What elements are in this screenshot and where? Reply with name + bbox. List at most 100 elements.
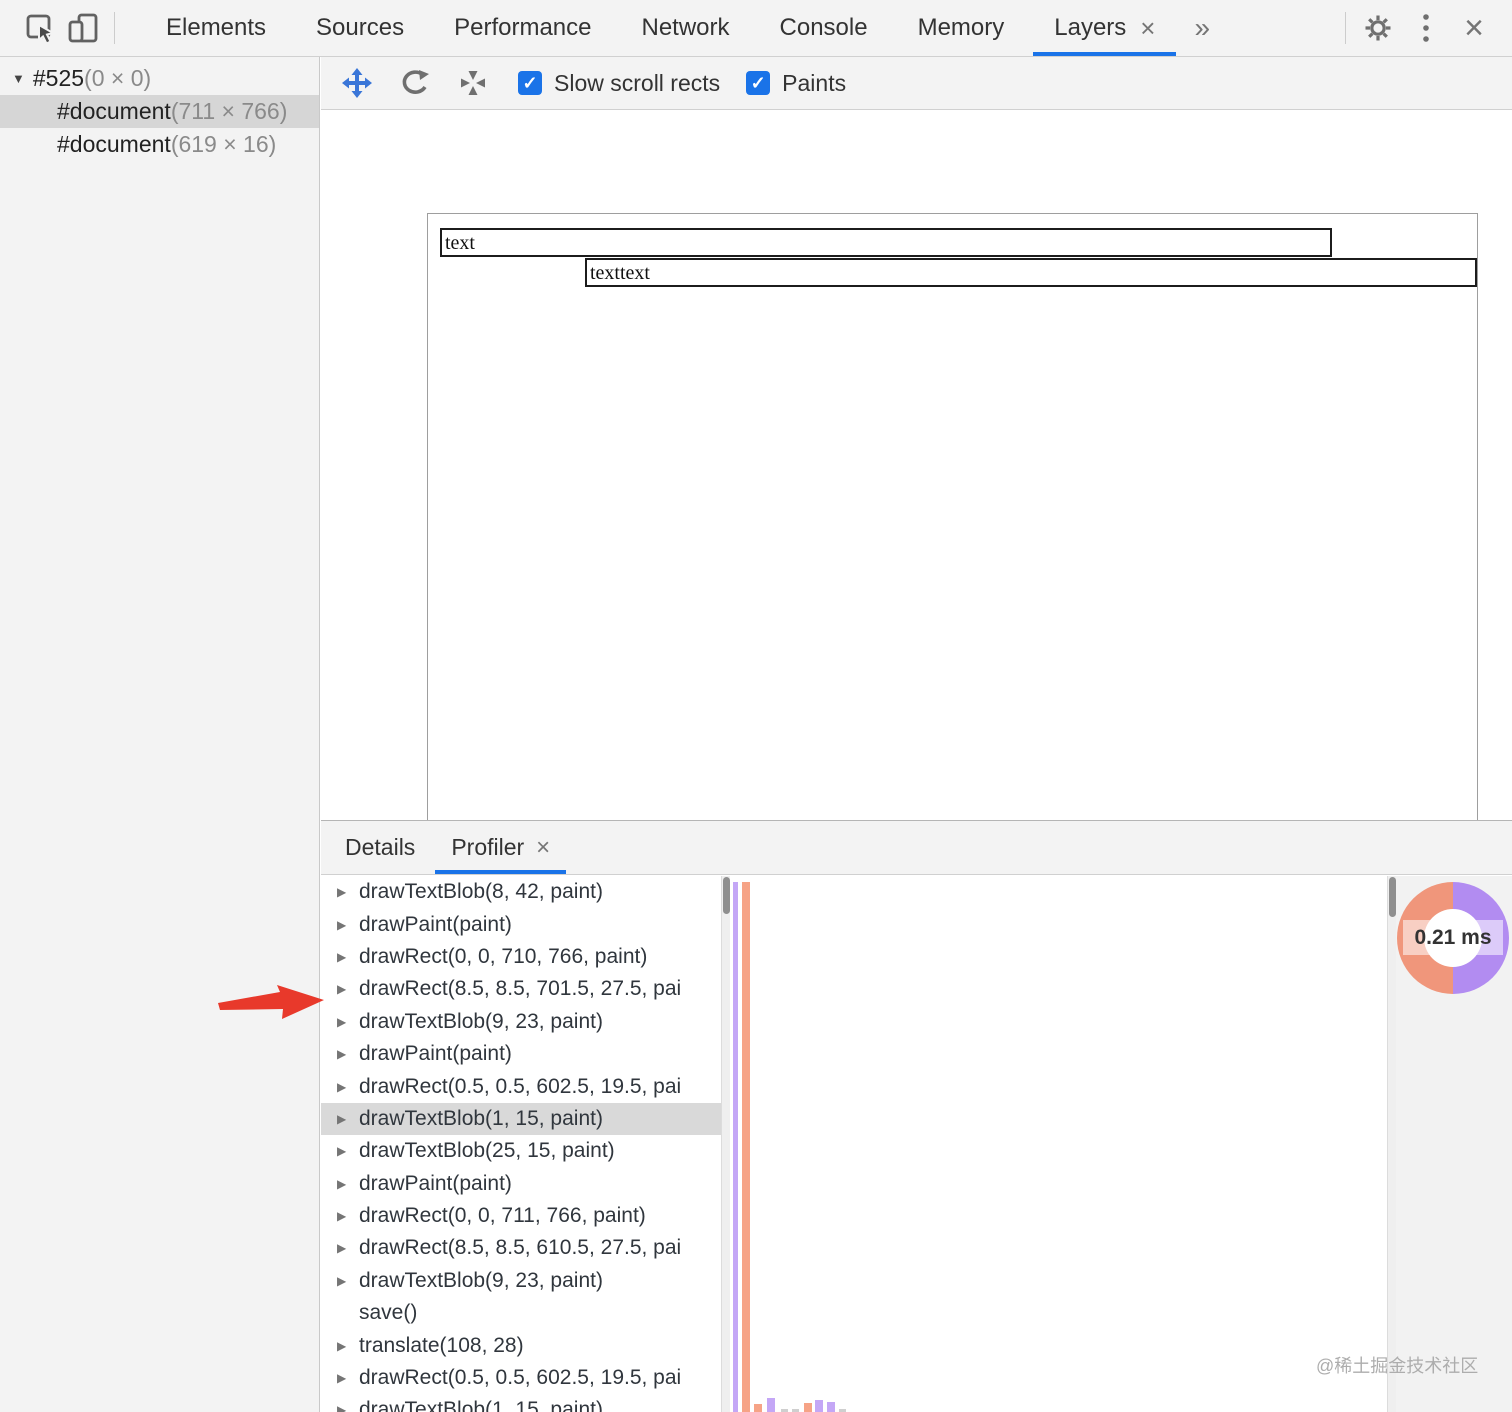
command-text: drawPaint(paint) xyxy=(359,1171,512,1195)
expand-triangle-icon[interactable]: ▶ xyxy=(337,885,359,899)
tree-node-label: #document xyxy=(57,98,171,124)
paints-checkbox[interactable] xyxy=(746,71,771,95)
tab-memory[interactable]: Memory xyxy=(893,0,1030,56)
expand-triangle-icon[interactable]: ▶ xyxy=(337,982,359,996)
layer-box-texttext[interactable]: texttext xyxy=(585,258,1477,287)
profiler-command-row[interactable]: ▶save() xyxy=(321,1297,730,1329)
command-list-scrollbar[interactable] xyxy=(721,876,730,1412)
tab-profiler[interactable]: Profiler × xyxy=(433,821,568,874)
expand-triangle-icon[interactable]: ▶ xyxy=(337,1080,359,1094)
annotation-arrow-icon xyxy=(218,985,324,1019)
close-devtools-icon[interactable]: × xyxy=(1450,8,1498,48)
expand-triangle-icon[interactable]: ▶ xyxy=(337,1371,359,1385)
tab-elements[interactable]: Elements xyxy=(141,0,291,56)
profiler-command-row[interactable]: ▶ drawTextBlob(9, 23, paint) xyxy=(321,1265,730,1297)
command-text: drawPaint(paint) xyxy=(359,912,512,936)
timeline-small-bar[interactable] xyxy=(804,1403,812,1412)
timeline-small-bar[interactable] xyxy=(754,1404,762,1412)
topbar-left-icons xyxy=(0,0,123,56)
details-tabbar: Details Profiler × xyxy=(321,821,1512,875)
slow-scroll-rects-checkbox[interactable] xyxy=(518,71,542,95)
tab-performance[interactable]: Performance xyxy=(429,0,616,56)
profiler-command-list: ▶ drawTextBlob(8, 42, paint) ▶ drawPaint(pa… xyxy=(321,876,730,1412)
tab-label: Network xyxy=(641,14,730,41)
settings-gear-icon[interactable] xyxy=(1354,8,1402,48)
tab-label: Performance xyxy=(454,14,592,41)
expand-triangle-icon[interactable]: ▶ xyxy=(337,1339,359,1353)
timeline-small-bar[interactable] xyxy=(767,1398,775,1412)
tree-row-document-1[interactable]: #document (711 × 766) xyxy=(0,95,319,128)
layers-canvas[interactable]: text texttext xyxy=(321,111,1512,820)
close-tab-icon[interactable]: × xyxy=(1140,15,1155,41)
expand-triangle-icon[interactable]: ▶ xyxy=(337,1177,359,1191)
expand-triangle-icon[interactable]: ▶ xyxy=(337,1209,359,1223)
profiler-command-row[interactable]: ▶ drawPaint(paint) xyxy=(321,1168,730,1200)
timeline-small-bar[interactable] xyxy=(827,1402,835,1412)
tab-details[interactable]: Details xyxy=(327,821,433,874)
profiler-command-row[interactable]: ▶ drawRect(0, 0, 710, 766, paint) xyxy=(321,941,730,973)
profiler-timeline[interactable] xyxy=(730,876,1396,1412)
expand-triangle-icon[interactable]: ▶ xyxy=(337,918,359,932)
timeline-tall-bar[interactable] xyxy=(733,882,738,1412)
tree-row-root[interactable]: ▼ #525 (0 × 0) xyxy=(0,62,319,95)
inspect-element-icon[interactable] xyxy=(18,8,62,48)
device-toolbar-icon[interactable] xyxy=(62,8,106,48)
rotate-mode-icon[interactable] xyxy=(398,66,432,100)
profiler-command-row[interactable]: ▶ drawTextBlob(1, 15, paint) xyxy=(321,1394,730,1412)
kebab-menu-icon[interactable] xyxy=(1402,8,1450,48)
tab-label: Console xyxy=(779,14,868,41)
timeline-scrollbar[interactable] xyxy=(1387,876,1396,1412)
slow-scroll-rects-label: Slow scroll rects xyxy=(554,69,721,96)
tree-node-dims: (711 × 766) xyxy=(170,98,288,124)
timeline-tall-bar[interactable] xyxy=(742,882,750,1412)
command-text: save() xyxy=(359,1301,418,1325)
command-text: drawTextBlob(1, 15, paint) xyxy=(359,1106,603,1130)
profiler-command-row[interactable]: ▶ drawTextBlob(1, 15, paint) xyxy=(321,1102,730,1136)
layer-box-text[interactable]: text xyxy=(440,228,1332,257)
timeline-small-bar[interactable] xyxy=(815,1400,823,1412)
tree-node-label: #document xyxy=(57,131,171,157)
tab-network[interactable]: Network xyxy=(616,0,754,56)
profiler-command-row[interactable]: ▶ drawPaint(paint) xyxy=(321,1038,730,1070)
expand-triangle-icon[interactable]: ▶ xyxy=(337,1047,359,1061)
layer-tree-sidebar: ▼ #525 (0 × 0) #document (711 × 766) #do… xyxy=(0,57,320,1412)
profiler-command-row[interactable]: ▶ drawRect(0, 0, 711, 766, paint) xyxy=(321,1200,730,1232)
command-text: drawTextBlob(8, 42, paint) xyxy=(359,880,603,904)
expand-triangle-icon[interactable]: ▶ xyxy=(337,1015,359,1029)
expand-triangle-icon[interactable]: ▶ xyxy=(337,1112,359,1126)
tab-sources[interactable]: Sources xyxy=(291,0,429,56)
profiler-command-row[interactable]: ▶ drawPaint(paint) xyxy=(321,908,730,940)
pan-mode-icon[interactable] xyxy=(340,66,374,100)
tab-label: Profiler xyxy=(451,834,525,860)
profiler-command-row[interactable]: ▶ drawRect(0.5, 0.5, 602.5, 19.5, pai xyxy=(321,1362,730,1394)
details-panel: Details Profiler × ▶ drawTextBlob(8, 42, … xyxy=(321,820,1512,1412)
profiler-command-row[interactable]: ▶ drawTextBlob(8, 42, paint) xyxy=(321,876,730,908)
command-text: drawRect(0, 0, 710, 766, paint) xyxy=(359,944,648,968)
expand-triangle-icon[interactable]: ▶ xyxy=(337,1274,359,1288)
expand-triangle-icon[interactable]: ▶ xyxy=(337,1403,359,1412)
expand-triangle-icon[interactable]: ▶ xyxy=(337,1144,359,1158)
tab-label: Memory xyxy=(917,14,1005,41)
profiler-command-row[interactable]: ▶ drawRect(8.5, 8.5, 610.5, 27.5, pai xyxy=(321,1232,730,1264)
duration-label: 0.21 ms xyxy=(1403,920,1503,955)
layer-outline[interactable] xyxy=(427,213,1478,820)
tree-row-document-2[interactable]: #document (619 × 16) xyxy=(0,128,319,161)
close-tab-icon[interactable]: × xyxy=(536,835,550,860)
tab-layers[interactable]: Layers × xyxy=(1029,0,1180,56)
profiler-command-row[interactable]: ▶ drawTextBlob(25, 15, paint) xyxy=(321,1135,730,1167)
expand-triangle-icon[interactable]: ▶ xyxy=(337,950,359,964)
tab-console[interactable]: Console xyxy=(755,0,893,56)
command-text: drawRect(8.5, 8.5, 701.5, 27.5, pai xyxy=(359,977,682,1001)
profiler-command-row[interactable]: ▶ drawTextBlob(9, 23, paint) xyxy=(321,1006,730,1038)
command-text: drawRect(0.5, 0.5, 602.5, 19.5, pai xyxy=(359,1366,682,1390)
devtools-topbar: Elements Sources Performance Network Console… xyxy=(0,0,1512,57)
reset-view-icon[interactable] xyxy=(456,66,490,100)
main-tab-strip: Elements Sources Performance Network Console… xyxy=(141,0,1180,56)
more-tabs-chevron-icon[interactable]: » xyxy=(1180,0,1224,56)
profiler-command-row[interactable]: ▶ drawRect(0.5, 0.5, 602.5, 19.5, pai xyxy=(321,1070,730,1102)
profiler-command-row[interactable]: ▶ translate(108, 28) xyxy=(321,1329,730,1361)
caret-down-icon[interactable]: ▼ xyxy=(12,71,25,86)
command-text: drawTextBlob(9, 23, paint) xyxy=(359,1009,603,1033)
expand-triangle-icon[interactable]: ▶ xyxy=(337,1241,359,1255)
profiler-command-row[interactable]: ▶ drawRect(8.5, 8.5, 701.5, 27.5, pai xyxy=(321,973,730,1005)
